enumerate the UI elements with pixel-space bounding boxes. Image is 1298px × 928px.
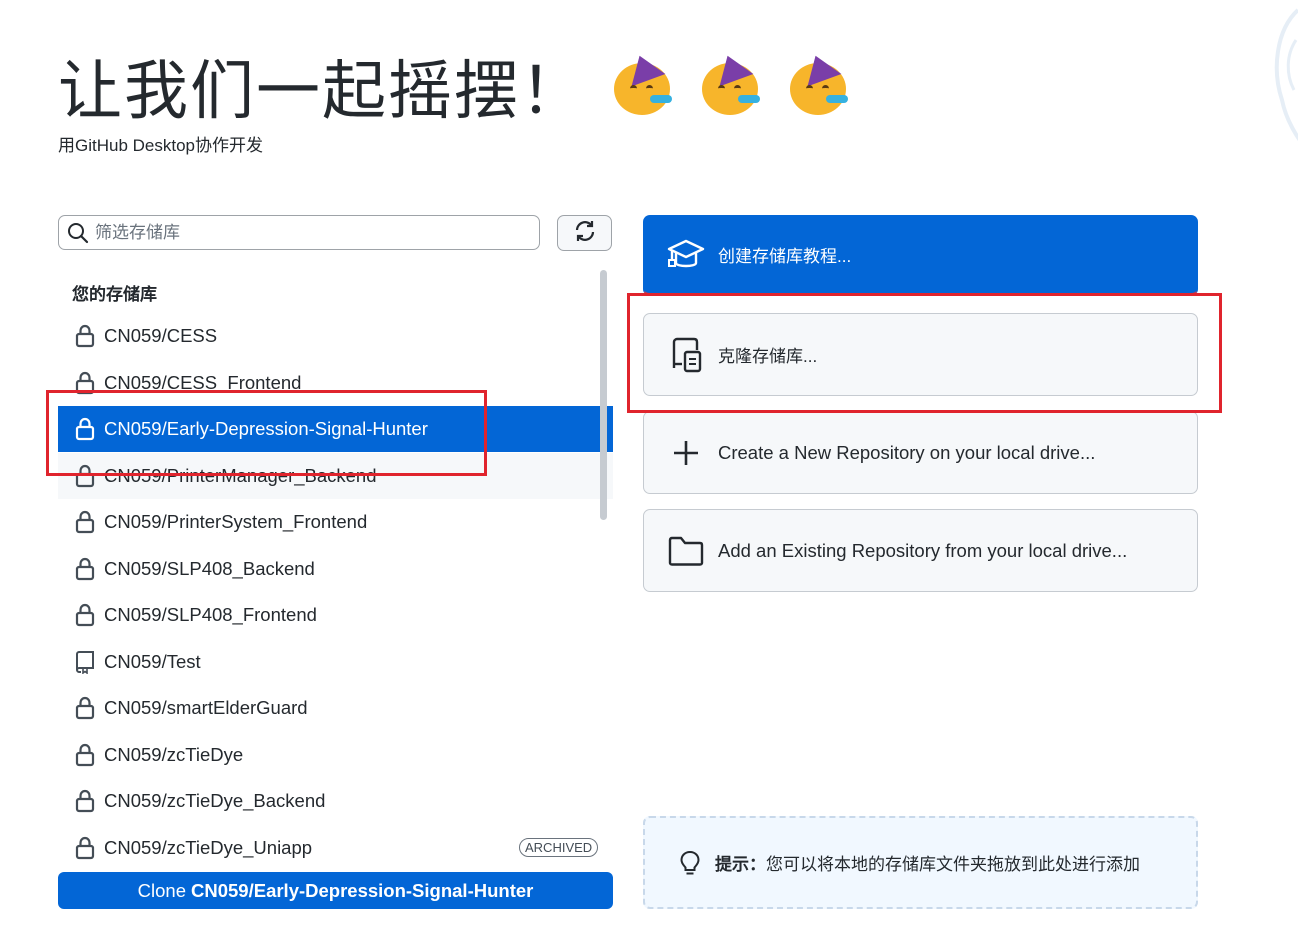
sync-icon [573, 219, 597, 248]
lock-icon [74, 743, 96, 767]
tip-text: 您可以将本地的存储库文件夹拖放到此处进行添加 [766, 855, 1140, 874]
tip-label: 提示： [715, 855, 766, 874]
clone-button-repo: CN059/Early-Depression-Signal-Hunter [191, 879, 534, 901]
lock-icon [74, 789, 96, 813]
search-input[interactable] [93, 221, 517, 244]
lock-icon [74, 603, 96, 627]
highlight-box-clone-button [627, 293, 1222, 413]
repository-list-item[interactable]: CN059/SLP408_Frontend [58, 592, 613, 638]
page-subtitle: 用GitHub Desktop协作开发 [58, 136, 263, 155]
party-face-icon [700, 49, 762, 117]
drag-drop-tip: 提示： 您可以将本地的存储库文件夹拖放到此处进行添加 [643, 816, 1198, 909]
repository-name: CN059/PrinterSystem_Frontend [104, 511, 368, 532]
repository-list-item[interactable]: CN059/zcTieDye_Uniapp ARCHIVED [58, 825, 613, 866]
repository-name: CN059/zcTieDye [104, 743, 244, 765]
page-title: 让我们一起摇摆！ [58, 55, 586, 129]
repository-list-item[interactable]: CN059/Test [58, 639, 613, 685]
repository-list-item[interactable]: CN059/smartElderGuard [58, 685, 613, 731]
create-repository-label: Create a New Repository on your local dr… [718, 441, 1096, 463]
repo-icon [74, 650, 96, 674]
archived-badge: ARCHIVED [519, 837, 599, 857]
add-existing-repository-label: Add an Existing Repository from your loc… [718, 539, 1128, 561]
lock-icon [74, 696, 96, 720]
repository-name: CN059/SLP408_Backend [104, 557, 315, 579]
tutorial-button[interactable]: 创建存储库教程... [643, 215, 1198, 296]
lock-icon [74, 510, 96, 534]
clone-button-prefix: Clone [137, 879, 186, 901]
search-icon [67, 222, 89, 244]
repository-list-item[interactable]: CN059/CESS [58, 313, 613, 359]
party-face-icon [612, 49, 674, 117]
add-existing-repository-button[interactable]: Add an Existing Repository from your loc… [643, 509, 1198, 592]
list-scrollbar[interactable] [600, 270, 607, 520]
create-repository-button[interactable]: Create a New Repository on your local dr… [643, 411, 1198, 494]
folder-icon [666, 531, 706, 571]
lightbulb-icon [679, 850, 701, 876]
lock-icon [74, 324, 96, 348]
lock-icon [74, 557, 96, 581]
repository-list[interactable]: 您的存储库 CN059/CESS CN059/CESS_Frontend CN059… [58, 270, 613, 865]
repository-list-item[interactable]: CN059/zcTieDye_Backend [58, 778, 613, 824]
repository-name: CN059/zcTieDye_Backend [104, 790, 326, 811]
lock-icon [74, 836, 96, 860]
repository-list-item[interactable]: CN059/PrinterSystem_Frontend [58, 499, 613, 545]
party-face-icon [788, 49, 850, 117]
repository-name: CN059/SLP408_Frontend [104, 604, 317, 625]
tutorial-label: 创建存储库教程... [718, 247, 852, 266]
repository-name: CN059/zcTieDye_Uniapp [104, 836, 313, 858]
clone-selected-button[interactable]: Clone CN059/Early-Depression-Signal-Hunt… [58, 872, 613, 909]
highlight-box-selected-repo [46, 390, 487, 476]
section-title: 您的存储库 [72, 285, 157, 304]
graduation-cap-icon [666, 235, 706, 275]
welcome-header: 让我们一起摇摆！ [58, 40, 850, 132]
repository-name: CN059/smartElderGuard [104, 697, 308, 718]
refresh-button[interactable] [557, 215, 612, 251]
plus-icon [666, 433, 706, 473]
octocat-illustration [1274, 8, 1298, 141]
repository-list-item[interactable]: CN059/zcTieDye [58, 732, 613, 778]
repository-list-item[interactable]: CN059/SLP408_Backend [58, 546, 613, 592]
repository-name: CN059/CESS [104, 325, 218, 346]
repository-name: CN059/Test [104, 650, 201, 672]
repository-filter[interactable] [58, 215, 540, 250]
